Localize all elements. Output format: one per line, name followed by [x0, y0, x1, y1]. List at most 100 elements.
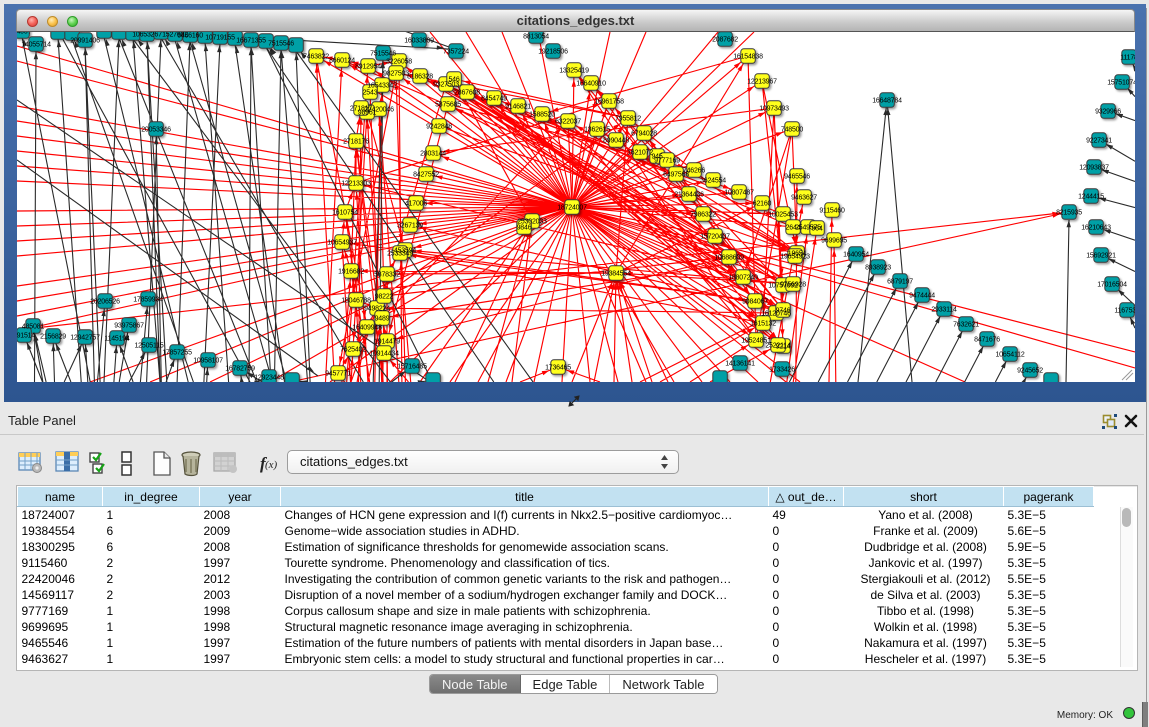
svg-text:6879197: 6879197 — [887, 279, 913, 286]
svg-text:7515546: 7515546 — [268, 41, 294, 48]
svg-text:20991406: 20991406 — [70, 38, 100, 45]
svg-text:9746: 9746 — [776, 308, 791, 315]
svg-text:391514: 391514 — [17, 333, 35, 340]
svg-text:2087682: 2087682 — [712, 37, 738, 44]
svg-text:12505115: 12505115 — [134, 343, 163, 350]
svg-text:10025453: 10025453 — [768, 212, 798, 219]
svg-text:17859934: 17859934 — [133, 297, 163, 304]
svg-text:1916682: 1916682 — [338, 269, 364, 276]
svg-text:15716485: 15716485 — [397, 364, 427, 371]
svg-text:19218506: 19218506 — [538, 49, 568, 56]
svg-text:9115460: 9115460 — [819, 208, 845, 215]
svg-text:16033809: 16033809 — [404, 38, 434, 45]
svg-text:1405?: 1405? — [17, 32, 32, 36]
svg-text:7463822: 7463822 — [303, 54, 329, 61]
svg-text:18724007: 18724007 — [557, 205, 587, 212]
svg-text:3624554: 3624554 — [700, 178, 726, 185]
svg-text:2156829: 2156829 — [40, 334, 66, 341]
svg-text:8454749: 8454749 — [481, 96, 507, 103]
svg-text:1736465: 1736465 — [545, 365, 571, 372]
svg-text:9498224: 9498224 — [364, 306, 390, 313]
svg-text:9329966: 9329966 — [1095, 109, 1121, 116]
svg-text:1244415: 1244415 — [1078, 194, 1104, 201]
svg-text:9777169: 9777169 — [654, 158, 680, 165]
svg-text:1621072: 1621072 — [627, 150, 653, 157]
svg-text:8990448: 8990448 — [603, 138, 629, 145]
svg-text:2533349: 2533349 — [387, 251, 413, 258]
svg-text:9846: 9846 — [517, 225, 532, 232]
svg-text:19384554: 19384554 — [601, 271, 631, 278]
svg-text:9146821: 9146821 — [505, 104, 531, 111]
svg-text:10719155: 10719155 — [205, 35, 235, 42]
svg-text:12923448: 12923448 — [254, 375, 284, 382]
svg-text:2803144: 2803144 — [420, 151, 446, 158]
svg-text:8938923: 8938923 — [865, 265, 891, 272]
svg-text:271817: 271817 — [350, 106, 372, 113]
svg-text:16154838: 16154838 — [733, 54, 763, 61]
svg-text:9756928: 9756928 — [780, 282, 806, 289]
svg-text:15692921: 15692921 — [1086, 253, 1116, 260]
svg-text:9465546: 9465546 — [784, 174, 810, 181]
svg-text:1733426: 1733426 — [769, 367, 795, 374]
svg-text:6497568: 6497568 — [663, 172, 689, 179]
svg-text:1610754: 1610754 — [332, 210, 358, 217]
svg-text:1167534: 1167534 — [1114, 308, 1135, 315]
svg-text:417006: 417006 — [405, 201, 427, 208]
svg-text:16961758: 16961758 — [594, 99, 624, 106]
svg-text:14055714: 14055714 — [21, 42, 51, 49]
svg-text:9457771: 9457771 — [325, 371, 351, 378]
svg-text:21364436: 21364436 — [674, 192, 704, 199]
svg-text:8912954: 8912954 — [355, 64, 381, 71]
svg-text:1640954: 1640954 — [843, 252, 869, 259]
svg-text:7955812: 7955812 — [615, 116, 641, 123]
svg-text:16648784: 16648784 — [872, 98, 902, 105]
svg-text:2867608: 2867608 — [454, 90, 480, 97]
svg-text:2933114: 2933114 — [931, 307, 957, 314]
svg-text:12093837: 12093837 — [1079, 165, 1109, 172]
svg-text:8427552: 8427552 — [413, 172, 439, 179]
svg-text:1588520: 1588520 — [529, 112, 555, 119]
svg-text:16671355: 16671355 — [236, 38, 266, 45]
svg-text:748500: 748500 — [781, 127, 803, 134]
svg-text:14136141: 14136141 — [725, 361, 755, 368]
svg-text:(x): (x) — [265, 459, 278, 471]
svg-text:20053346: 20053346 — [141, 127, 171, 134]
svg-text:9227341: 9227341 — [1086, 138, 1112, 145]
svg-text:964: 964 — [811, 226, 822, 233]
svg-text:9242848: 9242848 — [426, 124, 452, 131]
svg-text:546: 546 — [448, 77, 459, 84]
svg-text:9245652: 9245652 — [1017, 368, 1043, 375]
svg-text:2522114: 2522114 — [765, 343, 791, 350]
svg-text:6466160: 6466160 — [177, 33, 203, 40]
svg-text:10914434: 10914434 — [369, 351, 399, 358]
svg-text:98222: 98222 — [375, 294, 394, 301]
svg-text:1615132: 1615132 — [750, 321, 776, 328]
svg-text:10973493: 10973493 — [759, 106, 789, 113]
svg-text:1362615: 1362615 — [584, 127, 610, 134]
svg-text:20206526: 20206526 — [90, 299, 120, 306]
svg-text:12942757: 12942757 — [70, 335, 100, 342]
svg-text:10654937: 10654937 — [327, 240, 357, 247]
svg-text:3226058: 3226058 — [386, 59, 412, 66]
svg-text:7986322: 7986322 — [690, 212, 716, 219]
svg-text:93975867: 93975867 — [114, 323, 144, 330]
svg-text:5878332: 5878332 — [374, 272, 400, 279]
svg-text:12213967: 12213967 — [747, 79, 777, 86]
svg-text:8471676: 8471676 — [974, 337, 1000, 344]
svg-text:9474444: 9474444 — [909, 293, 935, 300]
svg-text:10654112: 10654112 — [995, 352, 1024, 359]
svg-text:8215935: 8215935 — [1056, 210, 1082, 217]
svg-text:62160: 62160 — [753, 201, 772, 208]
svg-text:16409948: 16409948 — [352, 325, 382, 332]
svg-text:10653267: 10653267 — [132, 32, 162, 39]
svg-text:2543: 2543 — [363, 90, 378, 97]
svg-text:2718176: 2718176 — [343, 139, 369, 146]
svg-text:10958107: 10958107 — [193, 358, 223, 365]
svg-text:7632621: 7632621 — [953, 322, 979, 329]
svg-text:16543342: 16543342 — [367, 83, 397, 90]
svg-text:8813054: 8813054 — [523, 34, 549, 41]
svg-text:17857255: 17857255 — [162, 350, 192, 357]
svg-text:9084067: 9084067 — [742, 299, 768, 306]
svg-text:7357224: 7357224 — [443, 49, 469, 56]
svg-text:5875685: 5875685 — [435, 102, 461, 109]
